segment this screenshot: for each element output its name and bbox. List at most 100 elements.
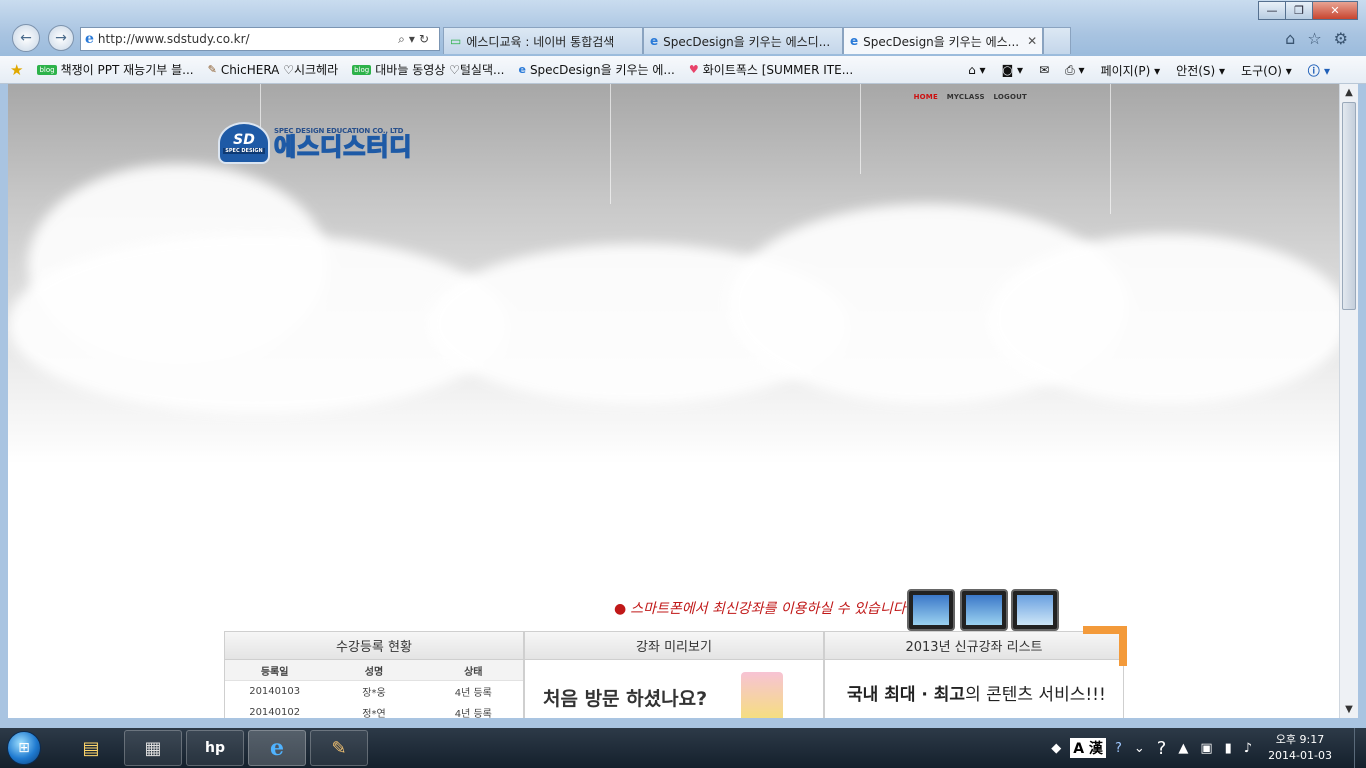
- show-hidden-icons[interactable]: ▲: [1178, 741, 1188, 756]
- start-button[interactable]: ⊞: [0, 728, 48, 768]
- site-logo[interactable]: SD SPEC DESIGN SPEC DESIGN EDUCATION CO.…: [218, 122, 412, 164]
- system-tray: ◆ A 漢 ? ⌄ ? ▲ ▣ ▮ ♪ 오후 9:17 2014-01-03: [1045, 728, 1366, 768]
- mobile-notice: ● 스마트폰에서 최신강좌를 이용하실 수 있습니다.: [614, 601, 911, 617]
- corner-ribbon: [1083, 626, 1127, 666]
- favorite-item[interactable]: e SpecDesign을 키우는 에...: [518, 61, 674, 78]
- vertical-scrollbar[interactable]: ▲ ▼: [1339, 84, 1358, 718]
- help-icon[interactable]: ?: [1115, 741, 1122, 756]
- restore-button[interactable]: ❐: [1285, 1, 1313, 20]
- favorite-item[interactable]: ♥ 화이트폭스 [SUMMER ITE...: [689, 61, 853, 78]
- phone-image: [907, 589, 955, 631]
- window-frame-right: [1358, 84, 1366, 718]
- content-panels: 수강등록 현황 등록일 성명 상태 20140103 장*웅 4년 등록 201…: [224, 626, 1127, 718]
- scroll-thumb[interactable]: [1342, 102, 1356, 310]
- tab-close-icon[interactable]: ✕: [1019, 34, 1037, 48]
- taskbar-explorer[interactable]: ▤: [62, 730, 120, 766]
- volume-icon[interactable]: ♪: [1244, 741, 1252, 756]
- refresh-icon[interactable]: ↻: [419, 32, 433, 46]
- sparkle-line: [860, 84, 861, 174]
- table-header: 등록일 성명 상태: [225, 660, 523, 681]
- sparkle-line: [610, 84, 611, 204]
- ie-icon: e: [650, 34, 659, 48]
- address-bar[interactable]: e http://www.sdstudy.co.kr/ ⌕▾↻: [80, 27, 440, 51]
- favorite-item[interactable]: blog 책쟁이 PPT 재능기부 블...: [37, 61, 194, 78]
- tab-sdstudy-1[interactable]: e SpecDesign을 키우는 에스디...: [643, 27, 843, 54]
- favorites-add-icon[interactable]: ★: [10, 61, 23, 79]
- favorite-item[interactable]: blog 대바늘 동영상 ♡털실댁...: [352, 61, 504, 78]
- window-frame-bottom: [0, 718, 1366, 728]
- forward-arrow-icon: →: [55, 30, 67, 46]
- scroll-down-icon[interactable]: ▼: [1340, 701, 1358, 718]
- language-icon[interactable]: ◆: [1051, 741, 1061, 756]
- taskbar-hp[interactable]: hp: [186, 730, 244, 766]
- window-titlebar: — ❐ ✕ ← → e http://www.sdstudy.co.kr/ ⌕▾…: [0, 0, 1366, 56]
- tools-menu[interactable]: 도구(O) ▾: [1241, 62, 1292, 79]
- nav-logout-link[interactable]: LOGOUT: [993, 93, 1027, 101]
- preview-headline[interactable]: 처음 방문 하셨나요?: [525, 660, 823, 718]
- taskbar: ⊞ ▤ ▦ hp e ✎ ◆ A 漢 ? ⌄ ? ▲ ▣ ▮ ♪ 오후 9:17…: [0, 728, 1366, 768]
- nav-myclass-link[interactable]: MYCLASS: [947, 93, 985, 101]
- system-clock[interactable]: 오후 9:17 2014-01-03: [1268, 732, 1332, 764]
- address-tools[interactable]: ⌕▾↻: [398, 32, 439, 47]
- minimize-button[interactable]: —: [1258, 1, 1286, 20]
- panel-title: 수강등록 현황: [225, 632, 523, 660]
- panel-title: 2013년 신규강좌 리스트: [825, 632, 1123, 660]
- assistant-icon[interactable]: ?: [1157, 738, 1167, 759]
- back-arrow-icon: ←: [20, 30, 32, 46]
- phone-image: [960, 589, 1008, 631]
- scanner-icon: ▦: [144, 737, 162, 759]
- ime-indicator[interactable]: A 漢: [1070, 738, 1106, 758]
- cloud-decoration: [988, 234, 1339, 404]
- show-desktop-button[interactable]: [1354, 728, 1366, 768]
- safety-menu[interactable]: 안전(S) ▾: [1176, 62, 1225, 79]
- taskbar-internet-explorer[interactable]: e: [248, 730, 306, 766]
- new-courses-panel: 2013년 신규강좌 리스트 국내 최대 · 최고의 콘텐츠 서비스!!!: [824, 626, 1127, 718]
- back-button[interactable]: ←: [12, 24, 40, 52]
- print-icon[interactable]: ⎙ ▾: [1065, 63, 1084, 78]
- logo-title: 에스디스터디: [273, 133, 413, 161]
- forward-button[interactable]: →: [48, 25, 74, 51]
- home-icon[interactable]: ⌂: [1285, 29, 1295, 48]
- preview-panel: 강좌 미리보기 처음 방문 하셨나요?: [524, 631, 824, 718]
- chevron-down-icon[interactable]: ▾: [409, 32, 419, 46]
- tab-sdstudy-2[interactable]: e SpecDesign을 키우는 에스... ✕: [843, 27, 1043, 54]
- tab-label: 에스디교육 : 네이버 통합검색: [466, 34, 615, 49]
- sd-logo-icon: SD SPEC DESIGN: [218, 122, 270, 164]
- search-icon[interactable]: ⌕: [398, 32, 409, 46]
- browser-right-icons: ⌂ ☆ ⚙: [1285, 29, 1348, 48]
- gear-icon[interactable]: ⚙: [1334, 29, 1348, 48]
- page-menu[interactable]: 페이지(P) ▾: [1101, 62, 1161, 79]
- window-controls: — ❐ ✕: [1258, 1, 1358, 20]
- registration-panel: 수강등록 현황 등록일 성명 상태 20140103 장*웅 4년 등록 201…: [224, 631, 524, 718]
- favorites-star-icon[interactable]: ☆: [1307, 29, 1321, 48]
- taskbar-paint[interactable]: ✎: [310, 730, 368, 766]
- new-tab-button[interactable]: [1043, 27, 1071, 54]
- power-icon[interactable]: ▮: [1225, 741, 1232, 756]
- blog-icon: blog: [352, 64, 372, 75]
- new-courses-headline[interactable]: 국내 최대 · 최고의 콘텐츠 서비스!!!: [825, 660, 1123, 705]
- table-row: 20140103 장*웅 4년 등록: [249, 686, 492, 699]
- tab-label: SpecDesign을 키우는 에스...: [863, 34, 1020, 49]
- chevron-icon[interactable]: ⌄: [1134, 741, 1145, 756]
- address-url[interactable]: http://www.sdstudy.co.kr/: [98, 32, 398, 46]
- rss-icon[interactable]: ◙ ▾: [1002, 63, 1023, 77]
- help-icon[interactable]: ⓘ ▾: [1308, 62, 1330, 79]
- tab-naver-search[interactable]: ▭ 에스디교육 : 네이버 통합검색: [443, 27, 643, 54]
- network-icon[interactable]: ▣: [1200, 741, 1212, 756]
- nav-home-link[interactable]: HOME: [914, 93, 938, 101]
- home-menu-icon[interactable]: ⌂ ▾: [968, 63, 985, 77]
- top-nav: HOME | MYCLASS | LOGOUT: [913, 93, 1027, 101]
- ie-icon: e: [270, 735, 284, 761]
- bullet-icon: ●: [614, 601, 627, 617]
- ie-icon: e: [518, 63, 526, 76]
- taskbar-scanner[interactable]: ▦: [124, 730, 182, 766]
- close-button[interactable]: ✕: [1312, 1, 1358, 20]
- ie-icon: e: [850, 34, 859, 48]
- hp-icon: hp: [205, 740, 225, 756]
- panel-title: 강좌 미리보기: [525, 632, 823, 660]
- mail-icon[interactable]: ✉: [1039, 63, 1049, 77]
- tablet-image: [1011, 589, 1059, 631]
- favorite-item[interactable]: ✎ ChicHERA ♡시크헤라: [208, 61, 339, 78]
- scroll-up-icon[interactable]: ▲: [1340, 84, 1358, 101]
- windows-logo-icon: ⊞: [7, 731, 41, 765]
